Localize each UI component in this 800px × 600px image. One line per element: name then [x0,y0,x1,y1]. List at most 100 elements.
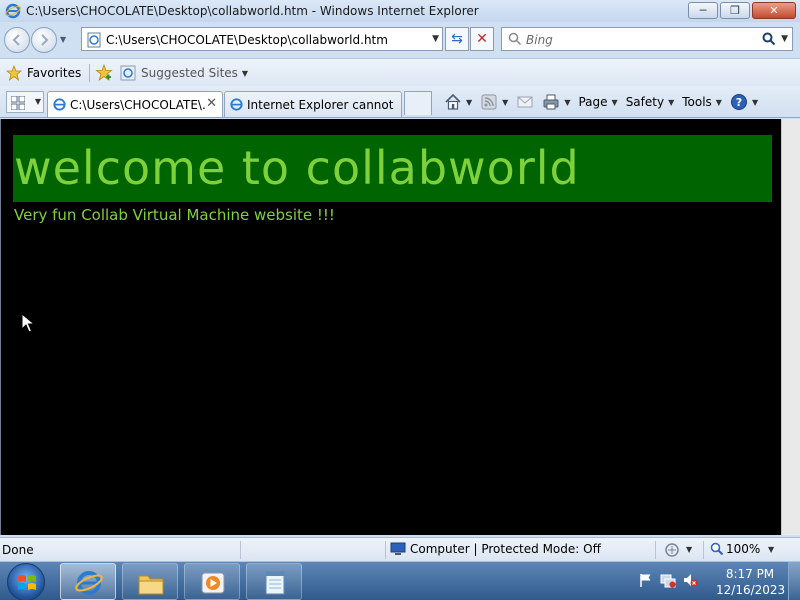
security-zone[interactable]: Computer | Protected Mode: Off [390,542,601,556]
computer-icon [390,542,406,555]
feeds-button[interactable]: ▼ [480,93,508,111]
page-subtitle: Very fun Collab Virtual Machine website … [14,206,335,224]
home-icon [445,93,461,110]
windows-logo-icon [18,575,36,590]
system-clock[interactable]: 8:17 PM 12/16/2023 [716,566,785,598]
rss-feed-icon [481,94,497,110]
favorites-button[interactable]: Favorites [6,64,81,82]
refresh-icon: ⇆ [451,31,463,47]
address-dropdown-icon[interactable]: ▼ [432,34,439,44]
privacy-report-icon[interactable] [663,542,681,558]
status-bar: Done Computer | Protected Mode: Off ▼ 10… [0,537,800,561]
ie-icon [5,3,21,19]
stop-button[interactable]: ✕ [470,27,494,51]
status-separator [385,541,386,559]
status-text: Done [2,543,34,557]
minimize-icon: ─ [699,4,707,17]
search-box[interactable]: Bing ▼ [501,27,793,51]
favorites-label: Favorites [27,66,82,80]
favorites-star-icon [6,65,22,81]
search-input[interactable]: Bing [526,33,553,47]
close-button[interactable]: ✕ [752,2,796,19]
read-mail-button[interactable] [516,93,534,111]
print-icon [543,94,559,110]
refresh-button[interactable]: ⇆ [445,27,469,51]
taskbar: 8:17 PM 12/16/2023 [0,561,800,600]
window-title: C:\Users\CHOCOLATE\Desktop\collabworld.h… [26,4,479,18]
vertical-scrollbar[interactable] [781,119,800,535]
tab-label: Internet Explorer cannot di... [247,98,397,112]
home-button[interactable]: ▼ [444,93,472,111]
help-icon: ? [730,94,747,110]
taskbar-media-player[interactable] [184,563,240,600]
zoom-button[interactable]: 100% [710,542,760,556]
zoom-dropdown-icon[interactable]: ▼ [768,545,774,554]
recent-pages-dropdown[interactable]: ▼ [60,35,66,44]
taskbar-ie[interactable] [60,563,116,600]
zoom-magnifier-icon [710,542,724,556]
help-menu[interactable]: ? ▼ [730,93,758,111]
start-button[interactable] [7,563,45,600]
privacy-dropdown-icon[interactable]: ▼ [686,545,692,554]
ie-page-icon [53,98,66,111]
maximize-icon: ❐ [730,4,740,17]
volume-muted-icon[interactable] [682,572,698,588]
taskbar-explorer[interactable] [122,563,178,600]
suggested-sites-button[interactable]: Suggested Sites ▼ [120,64,248,82]
command-bar: ▼ ▼ ▼ Page ▼ Safety ▼ Tools ▼ ? ▼ [444,91,766,113]
zoom-level: 100% [726,542,761,556]
caption-buttons: ─ ❐ ✕ [686,2,796,20]
status-separator [240,541,241,559]
ie-icon [75,571,103,595]
favorites-bar: Favorites Suggested Sites ▼ [0,58,800,86]
suggested-sites-label: Suggested Sites [141,66,238,80]
tab-bar: ▼ C:\Users\CHOCOLATE\... ✕ Internet Expl… [0,86,800,118]
tab-ie-error[interactable]: Internet Explorer cannot di... [224,91,402,117]
page-menu[interactable]: Page ▼ [578,95,617,109]
back-button[interactable] [4,27,30,53]
media-player-icon [201,572,225,594]
suggested-sites-dropdown-icon: ▼ [241,68,249,78]
ie-page-icon [230,98,243,111]
page-dropdown-icon: ▼ [611,97,618,107]
title-bar[interactable]: C:\Users\CHOCOLATE\Desktop\collabworld.h… [0,0,800,22]
add-to-favorites-bar-icon[interactable] [95,64,113,82]
address-bar[interactable]: C:\Users\CHOCOLATE\Desktop\collabworld.h… [81,27,443,51]
notepad-icon [265,571,285,595]
network-icon[interactable] [660,572,676,588]
show-desktop-button[interactable] [788,562,800,600]
search-dropdown-icon[interactable]: ▼ [781,34,788,44]
page-icon [87,32,101,48]
minimize-button[interactable]: ─ [688,2,718,19]
forward-button[interactable] [31,27,57,53]
new-tab-button[interactable] [404,91,432,115]
tab-collabworld[interactable]: C:\Users\CHOCOLATE\... ✕ [47,91,223,117]
close-icon: ✕ [769,4,779,17]
close-tab-icon[interactable]: ✕ [206,96,217,111]
stop-icon: ✕ [476,31,488,47]
search-icon[interactable] [762,32,776,46]
folder-icon [138,575,164,595]
svg-text:?: ? [736,96,742,109]
status-separator [703,541,704,559]
suggested-sites-icon [120,65,136,81]
feeds-dropdown-icon[interactable]: ▼ [502,98,508,107]
back-arrow-icon [12,34,20,46]
safety-menu[interactable]: Safety ▼ [626,95,675,109]
action-center-flag-icon[interactable] [638,572,654,588]
tools-menu[interactable]: Tools ▼ [682,95,722,109]
home-dropdown-icon[interactable]: ▼ [466,98,472,107]
tab-list-dropdown-icon[interactable]: ▼ [35,97,41,106]
address-input[interactable]: C:\Users\CHOCOLATE\Desktop\collabworld.h… [106,33,388,47]
bing-logo-icon [508,32,522,46]
taskbar-notepad[interactable] [246,563,302,600]
print-dropdown-icon[interactable]: ▼ [564,98,570,107]
mouse-cursor-icon [21,313,35,333]
tools-dropdown-icon: ▼ [715,97,722,107]
maximize-button[interactable]: ❐ [720,2,750,19]
notification-area [638,572,704,588]
print-button[interactable]: ▼ [542,93,570,111]
welcome-banner: welcome to collabworld [13,135,772,202]
page-content: welcome to collabworld Very fun Collab V… [0,119,781,535]
quick-tabs-button[interactable]: ▼ [6,91,44,113]
